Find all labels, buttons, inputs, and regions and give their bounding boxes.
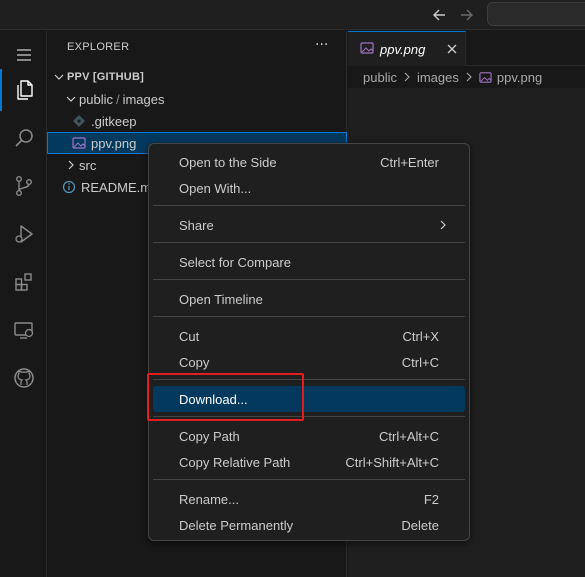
menu-separator (153, 242, 465, 243)
menu-separator (153, 416, 465, 417)
image-file-icon (71, 135, 87, 151)
source-control-icon[interactable] (0, 163, 47, 209)
tab-ppv-png[interactable]: ppv.png (348, 31, 466, 66)
folder-src-label: src (79, 157, 97, 173)
menu-separator (153, 379, 465, 380)
github-icon[interactable] (0, 355, 47, 401)
explorer-title: EXPLORER (67, 41, 130, 53)
breadcrumb: public images ppv.png (348, 66, 585, 88)
menu-item-copy-path[interactable]: Copy Path Ctrl+Alt+C (153, 423, 465, 449)
menu-item-rename[interactable]: Rename... F2 (153, 486, 465, 512)
workspace-root[interactable]: PPV [GITHUB] (47, 66, 347, 88)
chevron-right-icon (63, 157, 79, 173)
close-icon[interactable] (444, 41, 460, 57)
folder-images-label: images (122, 91, 165, 107)
remote-explorer-icon[interactable] (0, 307, 47, 353)
breadcrumb-item[interactable]: images (417, 70, 459, 85)
menu-item-share[interactable]: Share (153, 212, 465, 238)
chevron-down-icon (63, 91, 79, 107)
workspace-root-label: PPV [GITHUB] (67, 71, 144, 83)
menu-item-download[interactable]: Download... (153, 386, 465, 412)
menu-separator (153, 479, 465, 480)
context-menu: Open to the Side Ctrl+Enter Open With...… (148, 143, 470, 541)
file-gitkeep-label: .gitkeep (91, 113, 137, 129)
folder-public-images[interactable]: public / images (47, 88, 347, 110)
more-actions-icon[interactable]: ··· (315, 37, 328, 53)
menu-item-copy-relative-path[interactable]: Copy Relative Path Ctrl+Shift+Alt+C (153, 449, 465, 475)
folder-public-label: public (79, 91, 113, 107)
menu-separator (153, 205, 465, 206)
image-file-icon (360, 41, 374, 58)
arrow-right-icon[interactable] (456, 5, 476, 25)
file-gitkeep[interactable]: .gitkeep (47, 110, 347, 132)
files-icon[interactable] (0, 67, 47, 113)
info-icon (61, 179, 77, 195)
file-readme-label: README.m (81, 179, 152, 195)
search-icon[interactable] (0, 115, 47, 161)
command-center[interactable] (487, 2, 585, 26)
menu-separator (153, 316, 465, 317)
menu-item-open-to-side[interactable]: Open to the Side Ctrl+Enter (153, 149, 465, 175)
menu-item-delete-permanently[interactable]: Delete Permanently Delete (153, 512, 465, 538)
run-debug-icon[interactable] (0, 211, 47, 257)
chevron-right-icon (440, 220, 446, 230)
extensions-icon[interactable] (0, 259, 47, 305)
chevron-down-icon (51, 69, 67, 85)
title-bar (0, 0, 585, 30)
editor-tabs: ppv.png (348, 31, 585, 66)
image-file-icon (479, 71, 492, 84)
menu-item-open-with[interactable]: Open With... (153, 175, 465, 201)
chevron-right-icon (464, 72, 474, 82)
tab-label: ppv.png (380, 41, 426, 57)
file-ppv-label: ppv.png (91, 135, 137, 151)
chevron-right-icon (402, 72, 412, 82)
menu-item-cut[interactable]: Cut Ctrl+X (153, 323, 465, 349)
breadcrumb-item[interactable]: ppv.png (497, 70, 542, 85)
menu-separator (153, 279, 465, 280)
menu-item-select-compare[interactable]: Select for Compare (153, 249, 465, 275)
activity-bar (0, 31, 47, 577)
menu-item-copy[interactable]: Copy Ctrl+C (153, 349, 465, 375)
breadcrumb-item[interactable]: public (363, 70, 397, 85)
arrow-left-icon[interactable] (430, 5, 450, 25)
git-file-icon (71, 113, 87, 129)
menu-item-open-timeline[interactable]: Open Timeline (153, 286, 465, 312)
